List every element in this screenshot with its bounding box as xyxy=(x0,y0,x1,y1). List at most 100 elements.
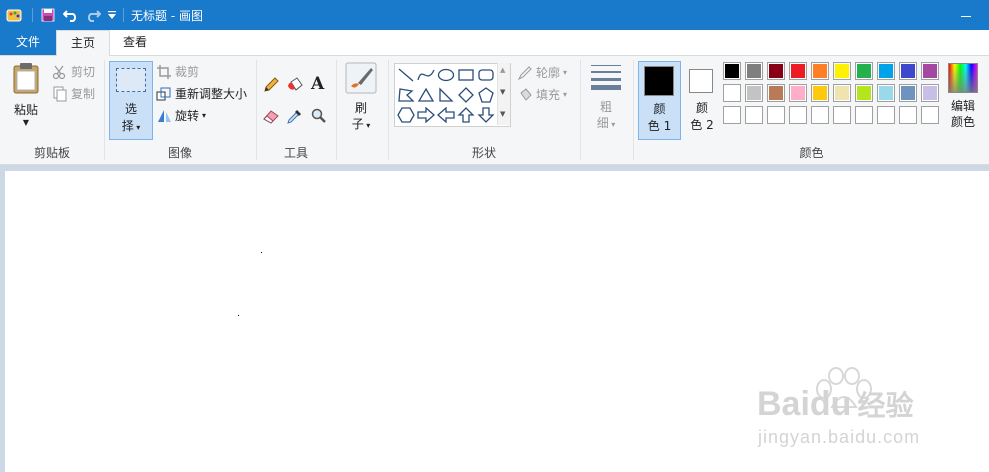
rotate-icon xyxy=(158,109,171,122)
color-swatch[interactable] xyxy=(877,62,895,80)
undo-icon[interactable] xyxy=(62,7,80,23)
color-swatch[interactable] xyxy=(723,84,741,102)
brush-icon xyxy=(345,62,377,94)
save-icon[interactable] xyxy=(40,7,56,23)
fill-bucket-icon[interactable] xyxy=(286,76,304,97)
redo-icon[interactable] xyxy=(84,7,102,23)
fill-button[interactable]: 填充 ▾ xyxy=(517,86,567,103)
select-button[interactable]: 选 择 ▾ xyxy=(109,61,153,140)
color-swatch[interactable] xyxy=(811,62,829,80)
tab-file[interactable]: 文件 xyxy=(0,30,56,55)
scissors-icon xyxy=(52,65,66,79)
custom-color-slot[interactable] xyxy=(723,106,741,124)
resize-icon xyxy=(156,87,171,100)
customize-qa-icon[interactable] xyxy=(106,7,118,23)
color-swatch[interactable] xyxy=(811,84,829,102)
outline-icon xyxy=(517,65,532,80)
curve-shape-icon[interactable] xyxy=(417,67,435,83)
color-swatch[interactable] xyxy=(833,62,851,80)
color-swatch[interactable] xyxy=(767,84,785,102)
paste-button[interactable]: 粘贴 ▼ xyxy=(8,62,44,128)
custom-color-slot[interactable] xyxy=(767,106,785,124)
color-swatch[interactable] xyxy=(899,84,917,102)
custom-color-slot[interactable] xyxy=(855,106,873,124)
paste-dropdown-arrow-icon[interactable]: ▼ xyxy=(8,118,44,128)
brushes-button[interactable]: 刷 子 ▾ xyxy=(342,62,380,134)
cut-button[interactable]: 剪切 xyxy=(52,63,95,80)
color-swatch[interactable] xyxy=(723,62,741,80)
polygon-shape-icon[interactable] xyxy=(397,87,415,103)
colors-group-label: 颜色 xyxy=(799,146,824,160)
color-swatch[interactable] xyxy=(789,84,807,102)
color-swatch-fill xyxy=(923,64,937,78)
left-arrow-shape-icon[interactable] xyxy=(437,107,455,123)
color-picker-icon[interactable] xyxy=(286,107,304,128)
edit-colors-button[interactable]: 编辑 颜色 xyxy=(945,63,981,130)
oval-shape-icon[interactable] xyxy=(437,67,455,83)
select-label-2[interactable]: 择 ▾ xyxy=(110,117,152,134)
color-swatch[interactable] xyxy=(899,62,917,80)
size-label-1: 粗 xyxy=(599,100,612,114)
custom-color-slot[interactable] xyxy=(789,106,807,124)
down-arrow-shape-icon[interactable] xyxy=(477,107,495,123)
cut-label: 剪切 xyxy=(71,65,96,79)
color1-button[interactable]: 颜 色 1 xyxy=(638,61,681,140)
custom-color-slot[interactable] xyxy=(833,106,851,124)
minimize-icon[interactable] xyxy=(951,4,981,26)
rectangle-shape-icon[interactable] xyxy=(457,67,475,83)
rotate-button[interactable]: 旋转 ▾ xyxy=(156,107,206,124)
color-swatch[interactable] xyxy=(745,84,763,102)
color-swatch[interactable] xyxy=(745,62,763,80)
outline-button[interactable]: 轮廓 ▾ xyxy=(517,64,567,81)
color2-button[interactable]: 颜 色 2 xyxy=(683,61,721,138)
rotate-label: 旋转 xyxy=(175,109,200,123)
rotate-dropdown-icon[interactable]: ▾ xyxy=(202,111,206,120)
group-divider xyxy=(580,60,581,160)
color-swatch[interactable] xyxy=(855,84,873,102)
triangle-shape-icon[interactable] xyxy=(417,87,435,103)
shapes-scrollbar[interactable]: ▲ ▼ ▼ xyxy=(497,63,510,125)
text-tool-icon[interactable]: A xyxy=(311,74,324,94)
crop-button[interactable]: 裁剪 xyxy=(156,63,199,80)
pentagon-shape-icon[interactable] xyxy=(477,87,495,103)
line-width-icon xyxy=(591,65,621,90)
magnifier-icon[interactable] xyxy=(310,107,328,128)
color-swatch[interactable] xyxy=(833,84,851,102)
fill-icon xyxy=(520,87,532,101)
custom-color-slot[interactable] xyxy=(899,106,917,124)
right-arrow-shape-icon[interactable] xyxy=(417,107,435,123)
size-button[interactable]: 粗 细 ▾ xyxy=(586,63,626,133)
color-swatch[interactable] xyxy=(921,62,939,80)
custom-color-slot[interactable] xyxy=(745,106,763,124)
window-title: 无标题 - 画图 xyxy=(131,9,203,23)
scroll-down-icon[interactable]: ▼ xyxy=(500,88,505,96)
scroll-up-icon[interactable]: ▲ xyxy=(500,66,505,74)
color-swatch[interactable] xyxy=(921,84,939,102)
drawing-canvas[interactable]: Baidu 经验 jingyan.baidu.com xyxy=(5,171,989,472)
diamond-shape-icon[interactable] xyxy=(457,87,475,103)
custom-color-slot[interactable] xyxy=(921,106,939,124)
paint-app-icon[interactable] xyxy=(6,7,24,23)
resize-button[interactable]: 重新调整大小 xyxy=(156,85,247,102)
up-arrow-shape-icon[interactable] xyxy=(457,107,475,123)
color-swatch[interactable] xyxy=(877,84,895,102)
color-swatch[interactable] xyxy=(855,62,873,80)
color-swatch[interactable] xyxy=(767,62,785,80)
eraser-icon[interactable] xyxy=(262,107,280,128)
color-swatch-fill xyxy=(725,64,739,78)
paste-label: 粘贴 xyxy=(13,103,38,117)
expand-gallery-icon[interactable]: ▼ xyxy=(500,110,505,118)
custom-color-slot[interactable] xyxy=(811,106,829,124)
copy-button[interactable]: 复制 xyxy=(52,85,95,102)
custom-color-slot[interactable] xyxy=(877,106,895,124)
pencil-icon[interactable] xyxy=(262,76,280,97)
right-triangle-shape-icon[interactable] xyxy=(437,87,455,103)
color2-label-2: 色 2 xyxy=(690,118,714,132)
hexagon-shape-icon[interactable] xyxy=(397,107,415,123)
color-swatch[interactable] xyxy=(789,62,807,80)
tab-view[interactable]: 查看 xyxy=(112,30,158,55)
line-shape-icon[interactable] xyxy=(397,67,415,83)
tab-home[interactable]: 主页 xyxy=(56,30,110,57)
rounded-rectangle-shape-icon[interactable] xyxy=(477,67,495,83)
color2-swatch xyxy=(689,69,713,93)
